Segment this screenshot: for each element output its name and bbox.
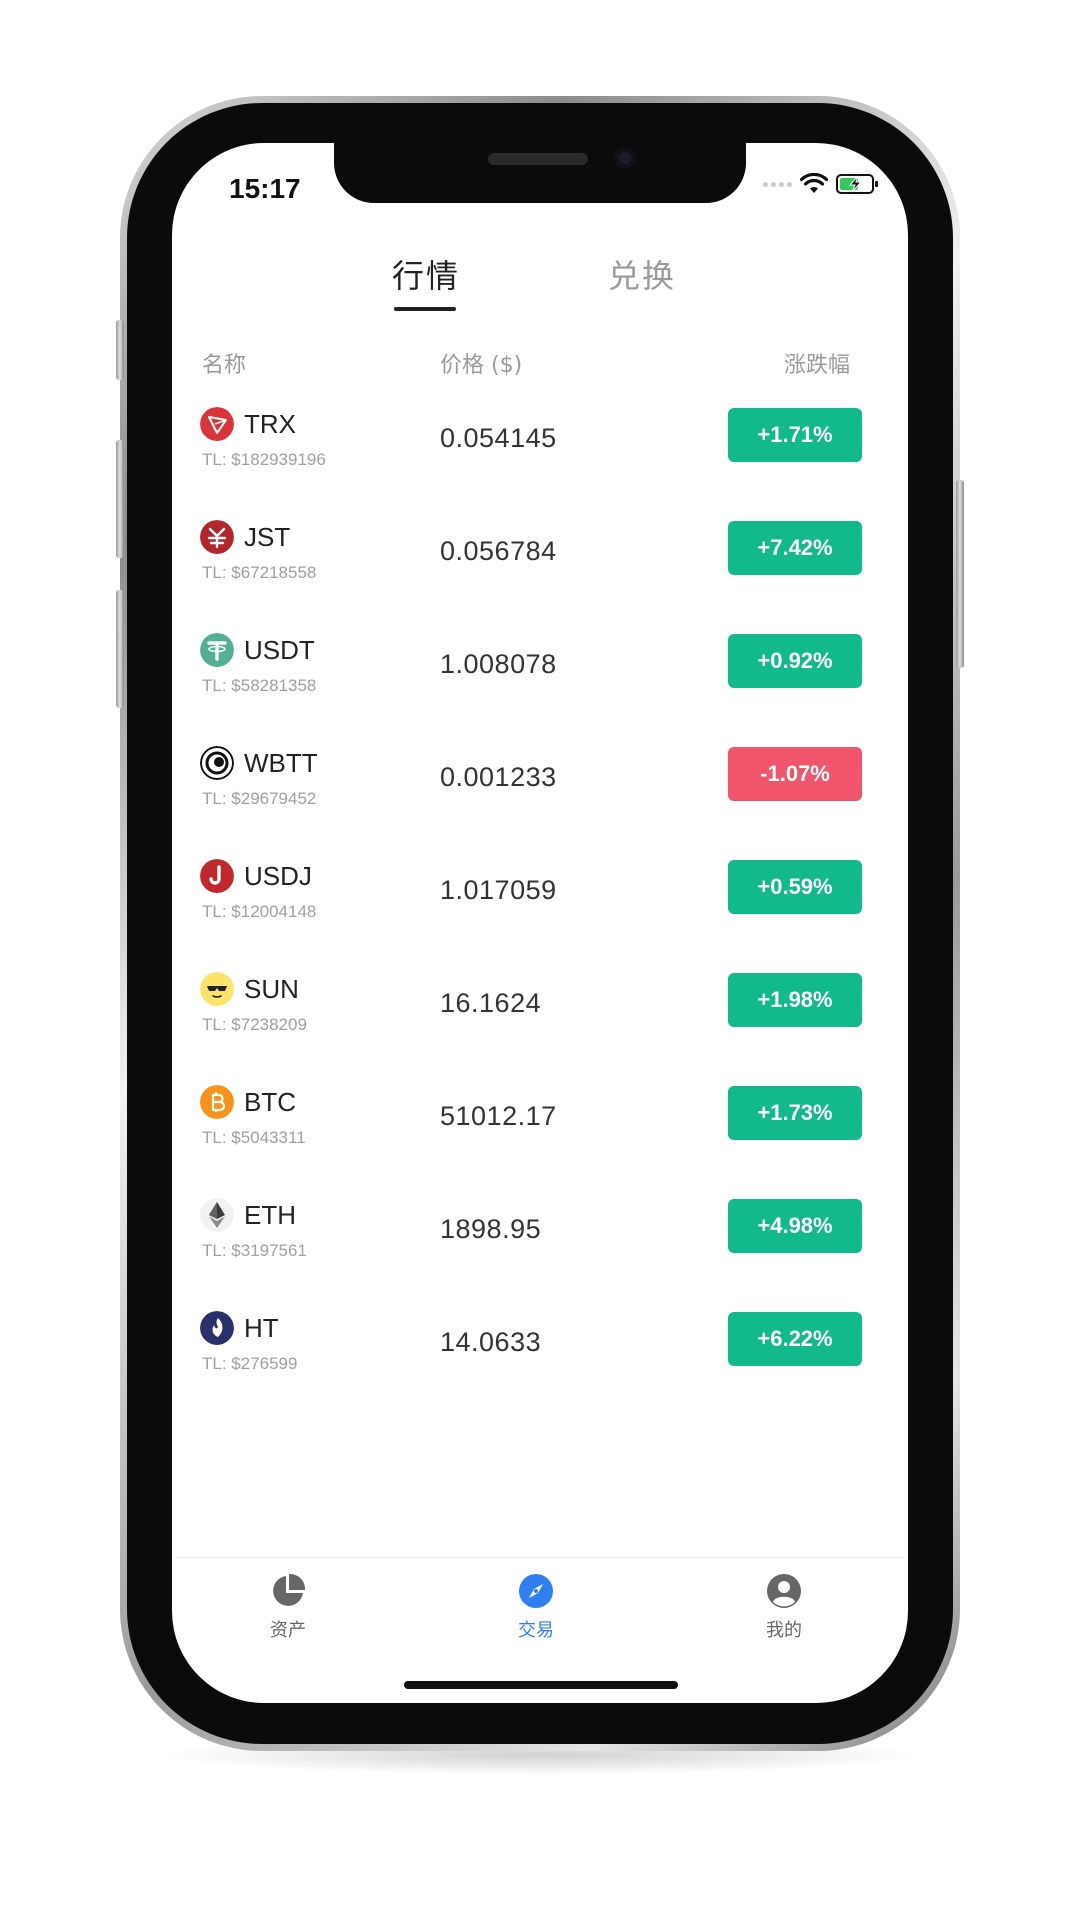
coin-row-usdj[interactable]: USDJ TL: $12004148 1.017059 +0.59% bbox=[172, 845, 908, 958]
coin-row-btc[interactable]: BTC TL: $5043311 51012.17 +1.73% bbox=[172, 1071, 908, 1184]
coin-liquidity: TL: $276599 bbox=[202, 1354, 298, 1373]
coin-row-ht[interactable]: HT TL: $276599 14.0633 +6.22% bbox=[172, 1297, 908, 1410]
change-badge[interactable]: -1.07% bbox=[728, 747, 862, 801]
volume-down-button bbox=[116, 590, 124, 708]
coin-row-trx[interactable]: TRX TL: $182939196 0.054145 +1.71% bbox=[172, 393, 908, 506]
active-tab-indicator bbox=[394, 307, 456, 311]
change-badge[interactable]: +1.98% bbox=[728, 973, 862, 1027]
change-badge[interactable]: +1.73% bbox=[728, 1086, 862, 1140]
coin-symbol: BTC bbox=[244, 1087, 296, 1117]
header-name: 名称 bbox=[202, 353, 247, 378]
btc-icon bbox=[200, 1085, 234, 1119]
nav-assets-label: 资产 bbox=[270, 1620, 306, 1641]
home-indicator[interactable] bbox=[404, 1681, 678, 1689]
coin-price: 0.056784 bbox=[440, 536, 557, 566]
coin-price: 0.001233 bbox=[440, 762, 557, 792]
usdt-icon bbox=[200, 633, 234, 667]
eth-icon bbox=[200, 1198, 234, 1232]
header-change: 涨跌幅 bbox=[784, 353, 851, 378]
wbtt-icon bbox=[200, 746, 234, 780]
header-price: 价格 ($) bbox=[440, 353, 523, 378]
change-badge[interactable]: +0.59% bbox=[728, 860, 862, 914]
coin-liquidity: TL: $7238209 bbox=[202, 1015, 307, 1034]
trx-icon bbox=[200, 407, 234, 441]
nav-assets[interactable]: 资产 bbox=[228, 1573, 348, 1642]
change-badge[interactable]: +1.71% bbox=[728, 408, 862, 462]
coin-symbol: WBTT bbox=[244, 748, 318, 778]
coin-row-sun[interactable]: SUN TL: $7238209 16.1624 +1.98% bbox=[172, 958, 908, 1071]
coin-price: 1.017059 bbox=[440, 875, 557, 905]
pie-chart-icon bbox=[273, 1573, 306, 1606]
coin-symbol: USDT bbox=[244, 635, 315, 665]
user-icon bbox=[767, 1574, 801, 1608]
coin-list: TRX TL: $182939196 0.054145 +1.71% JST T… bbox=[172, 393, 908, 1410]
wifi-icon bbox=[800, 173, 828, 193]
change-badge[interactable]: +4.98% bbox=[728, 1199, 862, 1253]
coin-symbol: JST bbox=[244, 522, 291, 552]
coin-price: 1.008078 bbox=[440, 649, 557, 679]
coin-symbol: HT bbox=[244, 1313, 279, 1343]
nav-trade[interactable]: 交易 bbox=[476, 1573, 596, 1642]
coin-symbol: ETH bbox=[244, 1200, 296, 1230]
coin-liquidity: TL: $58281358 bbox=[202, 676, 317, 695]
notch bbox=[334, 143, 746, 203]
coin-symbol: TRX bbox=[244, 409, 296, 439]
sun-icon bbox=[200, 972, 234, 1006]
volume-up-button bbox=[116, 440, 124, 558]
coin-liquidity: TL: $182939196 bbox=[202, 450, 326, 469]
status-time: 15:17 bbox=[229, 173, 301, 204]
coin-symbol: SUN bbox=[244, 974, 299, 1004]
coin-row-eth[interactable]: ETH TL: $3197561 1898.95 +4.98% bbox=[172, 1184, 908, 1297]
coin-price: 0.054145 bbox=[440, 423, 557, 453]
status-icons bbox=[763, 173, 880, 195]
change-badge[interactable]: +0.92% bbox=[728, 634, 862, 688]
front-camera bbox=[614, 147, 636, 169]
coin-liquidity: TL: $67218558 bbox=[202, 563, 317, 582]
coin-price: 1898.95 bbox=[440, 1214, 542, 1244]
coin-liquidity: TL: $29679452 bbox=[202, 789, 317, 808]
coin-liquidity: TL: $3197561 bbox=[202, 1241, 307, 1260]
nav-profile[interactable]: 我的 bbox=[724, 1573, 844, 1642]
phone-screen: 15:17 行情 兑换 名称 价格 ($) 涨跌幅 TRX TL: $18293… bbox=[172, 143, 908, 1703]
coin-price: 16.1624 bbox=[440, 988, 542, 1018]
coin-symbol: USDJ bbox=[244, 861, 312, 891]
coin-price: 51012.17 bbox=[440, 1101, 557, 1131]
mute-switch bbox=[116, 320, 124, 380]
ht-icon bbox=[200, 1311, 234, 1345]
usdj-icon bbox=[200, 859, 234, 893]
coin-row-wbtt[interactable]: WBTT TL: $29679452 0.001233 -1.07% bbox=[172, 732, 908, 845]
tab-market[interactable]: 行情 bbox=[392, 251, 460, 297]
jst-icon bbox=[200, 520, 234, 554]
coin-liquidity: TL: $5043311 bbox=[202, 1128, 306, 1147]
coin-price: 14.0633 bbox=[440, 1327, 542, 1357]
power-button bbox=[956, 480, 964, 668]
coin-row-jst[interactable]: JST TL: $67218558 0.056784 +7.42% bbox=[172, 506, 908, 619]
change-badge[interactable]: +7.42% bbox=[728, 521, 862, 575]
battery-charging-icon bbox=[836, 174, 878, 194]
coin-liquidity: TL: $12004148 bbox=[202, 902, 317, 921]
bottom-nav-divider bbox=[172, 1557, 908, 1558]
signal-icon bbox=[763, 181, 792, 187]
compass-icon bbox=[519, 1574, 553, 1608]
earpiece-speaker bbox=[488, 153, 588, 165]
top-tabs: 行情 兑换 bbox=[172, 251, 908, 311]
change-badge[interactable]: +6.22% bbox=[728, 1312, 862, 1366]
nav-trade-label: 交易 bbox=[518, 1620, 554, 1641]
nav-profile-label: 我的 bbox=[766, 1620, 802, 1641]
coin-row-usdt[interactable]: USDT TL: $58281358 1.008078 +0.92% bbox=[172, 619, 908, 732]
tab-exchange[interactable]: 兑换 bbox=[608, 251, 676, 297]
